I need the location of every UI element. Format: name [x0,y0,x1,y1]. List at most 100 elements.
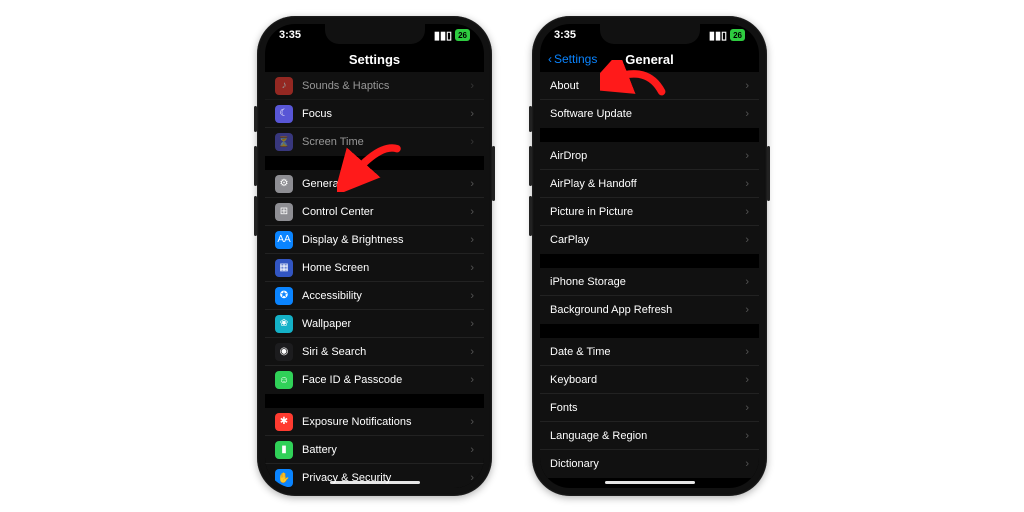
phone-general: 3:35 ▮▮▯ 26 ‹ Settings General About›Sof… [532,16,767,496]
row-battery[interactable]: ▮ Battery› [265,436,484,464]
row-label: AirDrop [550,150,745,162]
notch [325,24,425,44]
battery-indicator: 26 [730,29,745,41]
row-label: Face ID & Passcode [302,374,470,386]
display-icon: AA [275,231,293,249]
home-indicator[interactable] [605,481,695,484]
row-label: CarPlay [550,234,745,246]
control-icon: ⊞ [275,203,293,221]
row-label: Software Update [550,108,745,120]
row-datetime[interactable]: Date & Time› [540,338,759,366]
row-access[interactable]: ✪Accessibility› [265,282,484,310]
chevron-right-icon: › [745,346,749,358]
chevron-right-icon: › [470,444,474,456]
exposure-icon: ✱ [275,413,293,431]
row-label: General [302,178,470,190]
row-label: Fonts [550,402,745,414]
chevron-right-icon: › [470,206,474,218]
phone-settings: 3:35 ▮▮▯ 26 Settings ♪Sounds & Haptics›☾… [257,16,492,496]
row-screentime[interactable]: ⏳ Screen Time› [265,128,484,156]
chevron-right-icon: › [745,80,749,92]
row-faceid[interactable]: ☺ Face ID & Passcode› [265,366,484,394]
row-keyboard[interactable]: Keyboard› [540,366,759,394]
chevron-right-icon: › [745,234,749,246]
row-exposure[interactable]: ✱Exposure Notifications› [265,408,484,436]
chevron-right-icon: › [745,430,749,442]
row-about[interactable]: About› [540,72,759,100]
row-focus[interactable]: ☾Focus› [265,100,484,128]
status-time: 3:35 [554,29,576,41]
chevron-right-icon: › [470,234,474,246]
chevron-right-icon: › [470,136,474,148]
row-label: Focus [302,108,470,120]
row-general[interactable]: ⚙ General› [265,170,484,198]
row-display[interactable]: AADisplay & Brightness› [265,226,484,254]
row-label: Date & Time [550,346,745,358]
row-label: Exposure Notifications [302,416,470,428]
row-label: Battery [302,444,470,456]
chevron-right-icon: › [470,262,474,274]
row-storage[interactable]: iPhone Storage› [540,268,759,296]
row-airplay[interactable]: AirPlay & Handoff› [540,170,759,198]
chevron-right-icon: › [745,150,749,162]
row-control[interactable]: ⊞ Control Center› [265,198,484,226]
battery-indicator: 26 [455,29,470,41]
siri-icon: ◉ [275,343,293,361]
home-icon: ▦ [275,259,293,277]
row-label: Keyboard [550,374,745,386]
row-wall[interactable]: ❀Wallpaper› [265,310,484,338]
row-carplay[interactable]: CarPlay› [540,226,759,254]
row-label: Sounds & Haptics [302,80,470,92]
back-label: Settings [554,52,597,66]
screentime-icon: ⏳ [275,133,293,151]
row-siri[interactable]: ◉Siri & Search› [265,338,484,366]
chevron-right-icon: › [470,178,474,190]
row-label: Background App Refresh [550,304,745,316]
row-label: Home Screen [302,262,470,274]
focus-icon: ☾ [275,105,293,123]
nav-bar: ‹ Settings General [540,46,759,72]
battery-icon: ▮ [275,441,293,459]
row-label: iPhone Storage [550,276,745,288]
chevron-right-icon: › [470,80,474,92]
settings-list: ♪Sounds & Haptics›☾Focus›⏳Screen Time›⚙G… [265,72,484,488]
row-label: Control Center [302,206,470,218]
chevron-right-icon: › [745,206,749,218]
back-button[interactable]: ‹ Settings [548,52,597,66]
row-lang[interactable]: Language & Region› [540,422,759,450]
home-indicator[interactable] [330,481,420,484]
row-dict[interactable]: Dictionary› [540,450,759,478]
chevron-right-icon: › [470,290,474,302]
chevron-right-icon: › [470,318,474,330]
chevron-right-icon: › [745,402,749,414]
row-privacy[interactable]: ✋Privacy & Security› [265,464,484,488]
chevron-right-icon: › [745,108,749,120]
general-icon: ⚙ [275,175,293,193]
chevron-right-icon: › [470,374,474,386]
row-swupdate[interactable]: Software Update› [540,100,759,128]
signal-icon: ▮▮▯ [709,29,727,42]
row-label: About [550,80,745,92]
page-title: Settings [349,52,400,67]
row-home[interactable]: ▦ Home Screen› [265,254,484,282]
general-list: About›Software Update›AirDrop›AirPlay & … [540,72,759,478]
chevron-right-icon: › [745,458,749,470]
privacy-icon: ✋ [275,469,293,487]
status-time: 3:35 [279,29,301,41]
row-fonts[interactable]: Fonts› [540,394,759,422]
row-pip[interactable]: Picture in Picture› [540,198,759,226]
chevron-right-icon: › [745,178,749,190]
row-label: Dictionary [550,458,745,470]
chevron-right-icon: › [470,472,474,484]
row-bgapp[interactable]: Background App Refresh› [540,296,759,324]
chevron-right-icon: › [470,346,474,358]
row-label: Language & Region [550,430,745,442]
notch [600,24,700,44]
row-airdrop[interactable]: AirDrop› [540,142,759,170]
sounds-icon: ♪ [275,77,293,95]
row-label: Screen Time [302,136,470,148]
row-label: Accessibility [302,290,470,302]
page-title: General [625,52,673,67]
faceid-icon: ☺ [275,371,293,389]
row-sounds[interactable]: ♪ Sounds & Haptics› [265,72,484,100]
